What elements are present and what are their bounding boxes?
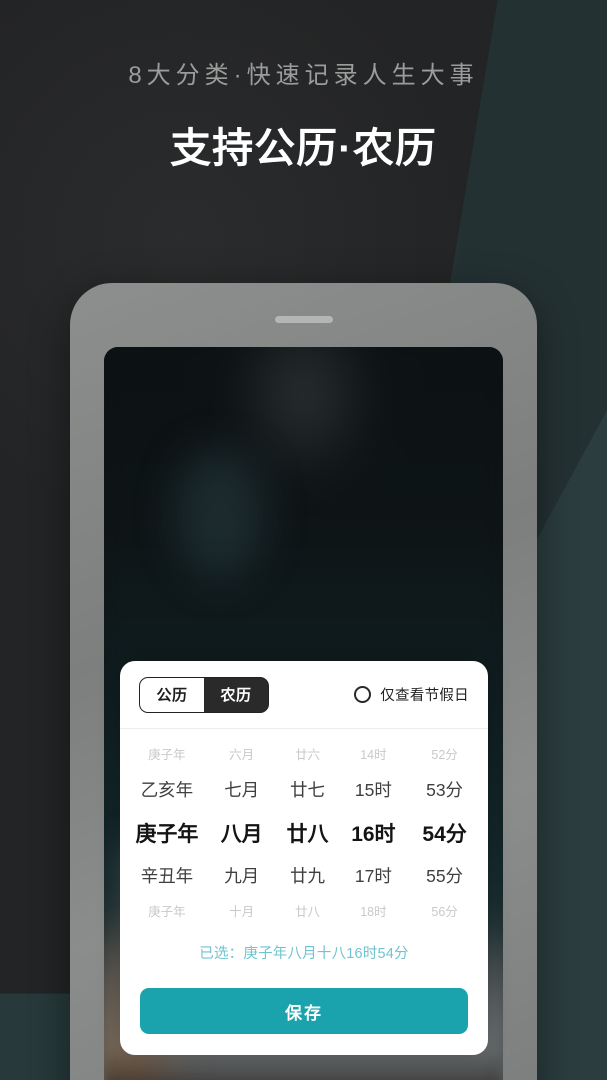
picker-cell-day[interactable]: 廿六 — [276, 749, 340, 762]
picker-cell-hour[interactable]: 15时 — [340, 782, 408, 800]
picker-cell-minute[interactable]: 55分 — [407, 868, 482, 886]
picker-cell-year[interactable]: 乙亥年 — [126, 782, 208, 800]
holiday-only-toggle[interactable]: 仅查看节假日 — [354, 684, 469, 705]
holiday-only-label: 仅查看节假日 — [380, 688, 469, 704]
picker-cell-hour[interactable]: 17时 — [340, 868, 408, 886]
picker-cell-year[interactable]: 庚子年 — [126, 749, 208, 762]
picker-cell-hour[interactable]: 18时 — [340, 906, 408, 919]
promo-subheadline: 8大分类·快速记录人生大事 — [128, 62, 479, 89]
picker-cell-month[interactable]: 十月 — [208, 906, 276, 919]
picker-cell-day[interactable]: 廿九 — [276, 868, 340, 886]
sheet-footer: 保存 — [120, 974, 488, 1055]
sheet-header: 公历 农历 仅查看节假日 — [120, 661, 488, 729]
picker-cell-day[interactable]: 廿七 — [276, 782, 340, 800]
picker-cell-minute[interactable]: 53分 — [407, 782, 482, 800]
phone-speaker-grille — [274, 316, 333, 323]
picker-row[interactable]: 庚子年 十月 廿八 18时 56分 — [126, 897, 482, 928]
picker-cell-minute[interactable]: 56分 — [407, 906, 482, 919]
promo-headline-block: 8大分类·快速记录人生大事 支持公历·农历 — [0, 0, 607, 174]
picker-cell-month[interactable]: 六月 — [208, 749, 276, 762]
picker-cell-day-selected[interactable]: 廿八 — [276, 824, 340, 845]
picker-cell-month[interactable]: 九月 — [208, 868, 276, 886]
radio-circle-icon[interactable] — [354, 686, 372, 703]
picker-cell-hour-selected[interactable]: 16时 — [340, 824, 408, 845]
app-background-blob-top — [175, 450, 264, 578]
picker-cell-day[interactable]: 廿八 — [276, 906, 340, 919]
date-time-picker[interactable]: 庚子年 六月 廿六 14时 52分 乙亥年 七月 廿七 15时 53分 庚子年 … — [120, 729, 488, 974]
selected-datetime-summary: 已选：庚子年八月十八16时54分 — [199, 946, 409, 962]
picker-cell-minute-selected[interactable]: 54分 — [407, 824, 482, 845]
promo-title: 支持公历·农历 — [170, 124, 437, 171]
picker-cell-hour[interactable]: 14时 — [340, 749, 408, 762]
picker-cell-minute[interactable]: 52分 — [407, 749, 482, 762]
picker-cell-year[interactable]: 辛丑年 — [126, 868, 208, 886]
picker-cell-month-selected[interactable]: 八月 — [208, 824, 276, 845]
promo-screenshot: 8大分类·快速记录人生大事 支持公历·农历 公历 农历 仅查看节假日 庚子年 六… — [0, 0, 607, 1080]
date-picker-sheet: 公历 农历 仅查看节假日 庚子年 六月 廿六 14时 52分 乙亥年 七月 廿七… — [120, 661, 488, 1055]
picker-cell-month[interactable]: 七月 — [208, 782, 276, 800]
picker-cell-year-selected[interactable]: 庚子年 — [126, 824, 208, 845]
picker-row-selected[interactable]: 庚子年 八月 廿八 16时 54分 — [126, 811, 482, 857]
picker-row[interactable]: 庚子年 六月 廿六 14时 52分 — [126, 740, 482, 771]
calendar-type-segmented-control[interactable]: 公历 农历 — [139, 676, 269, 713]
tab-lunar-calendar[interactable]: 农历 — [204, 677, 268, 712]
picker-cell-year[interactable]: 庚子年 — [126, 906, 208, 919]
picker-row[interactable]: 辛丑年 九月 廿九 17时 55分 — [126, 857, 482, 897]
tab-solar-calendar[interactable]: 公历 — [140, 677, 204, 712]
picker-row[interactable]: 乙亥年 七月 廿七 15时 53分 — [126, 771, 482, 811]
save-button[interactable]: 保存 — [140, 988, 468, 1034]
